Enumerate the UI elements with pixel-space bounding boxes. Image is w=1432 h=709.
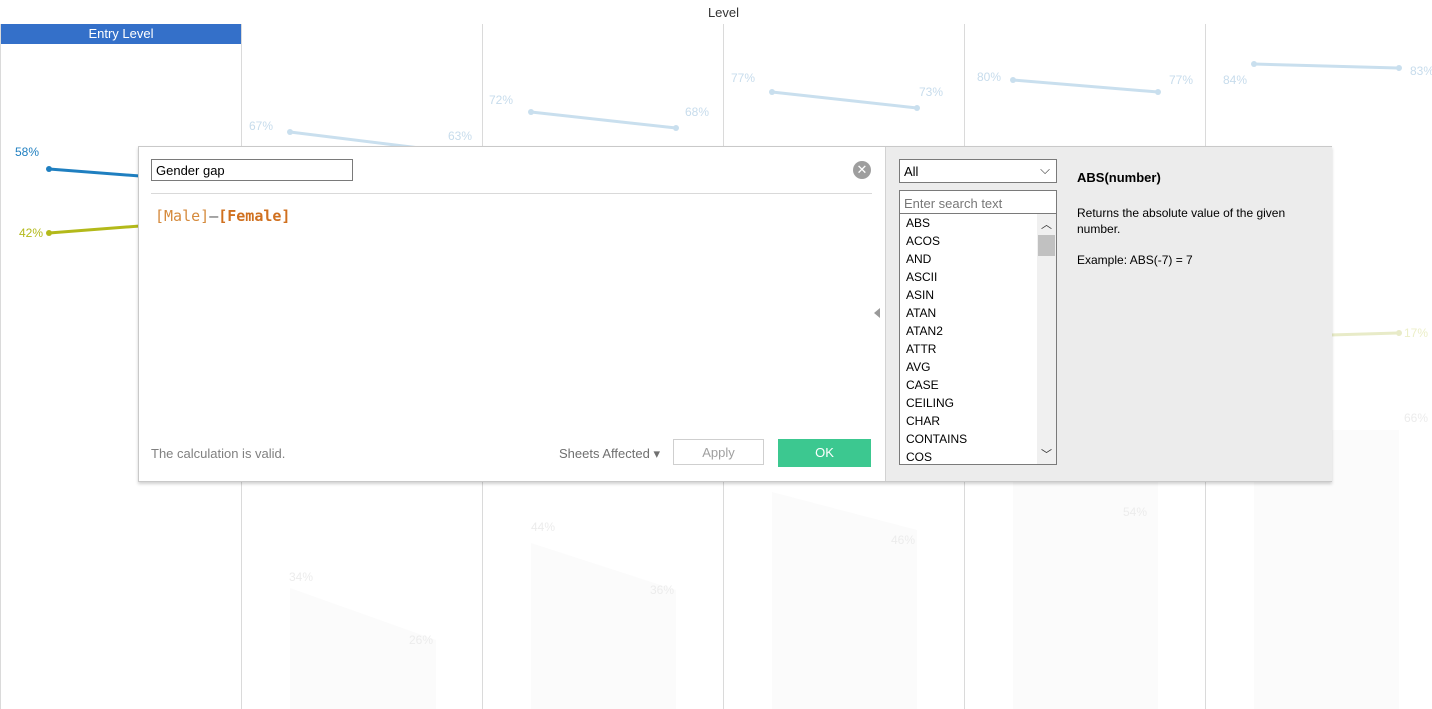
close-icon[interactable]: ✕ [853,161,871,179]
list-item[interactable]: ACOS [906,234,940,248]
calculation-name-input[interactable] [151,159,353,181]
data-label: 73% [919,85,944,99]
data-label: 84% [1223,73,1248,87]
formula-editor[interactable]: [Male]–[Female] [155,207,290,225]
level-header: Level [707,5,740,20]
list-item[interactable]: AVG [906,360,930,374]
data-label: 17% [1404,326,1429,340]
list-item[interactable]: ATAN2 [906,324,943,338]
faint-point [673,125,679,131]
list-item[interactable]: CASE [906,378,939,392]
faint-yellow-line [1329,331,1400,337]
faint-line [1012,78,1159,94]
list-item[interactable]: ATAN [906,306,936,320]
male-point [46,166,52,172]
male-line [48,167,141,178]
faint-point [287,129,293,135]
data-label: 54% [1123,505,1148,519]
list-item[interactable]: CHAR [906,414,940,428]
faint-point [1251,61,1257,67]
function-reference-pane: All ⌵ Enter search text ABS ACOS AND ASC… [885,147,1332,481]
sheets-affected-dropdown[interactable]: Sheets Affected ▾ [559,446,660,462]
validation-status: The calculation is valid. [151,446,286,461]
data-label: 66% [1404,411,1429,425]
list-item[interactable]: ATTR [906,342,936,356]
collapse-panel-icon[interactable] [874,308,880,318]
faint-line [530,110,677,130]
ok-button[interactable]: OK [778,439,871,467]
divider [151,193,872,194]
faint-point [528,109,534,115]
list-item[interactable]: CEILING [906,396,954,410]
list-item[interactable]: COS [906,450,932,464]
female-value-label: 42% [19,226,44,240]
data-label: 44% [531,520,556,534]
function-help-example: Example: ABS(-7) = 7 [1077,253,1193,267]
entry-level-header[interactable]: Entry Level [1,24,241,44]
list-item[interactable]: ASCII [906,270,937,284]
function-help-description: Returns the absolute value of the given … [1077,206,1286,236]
area-shape [772,492,917,709]
function-search-input[interactable]: Enter search text [899,190,1057,214]
faint-line [771,90,918,110]
area-shape [290,588,436,709]
chevron-down-icon: ⌵ [1040,162,1050,177]
calculation-dialog: ✕ [Male]–[Female] The calculation is val… [138,146,1332,482]
data-label: 77% [731,71,756,85]
faint-point [914,105,920,111]
apply-button[interactable]: Apply [673,439,764,465]
faint-yellow-point [1396,330,1402,336]
data-label: 46% [891,533,916,547]
function-list-scrollbar[interactable]: ︿ ﹀ [1037,214,1056,464]
faint-point [1155,89,1161,95]
function-list[interactable]: ABS ACOS AND ASCII ASIN ATAN ATAN2 ATTR … [899,214,1057,465]
data-label: 68% [685,105,710,119]
list-item[interactable]: ASIN [906,288,934,302]
list-item[interactable]: AND [906,252,931,266]
scroll-up-icon[interactable]: ︿ [1041,216,1052,232]
data-label: 72% [489,93,514,107]
data-label: 63% [448,129,473,143]
faint-point [769,89,775,95]
formula-field-male: [Male] [155,207,210,225]
data-label: 26% [409,633,434,647]
area-shape [531,543,676,709]
male-value-label: 58% [15,145,40,159]
list-item[interactable]: ABS [906,216,930,230]
formula-operator: – [209,207,219,225]
list-item[interactable]: CONTAINS [906,432,967,446]
calculation-editor-pane: ✕ [Male]–[Female] The calculation is val… [139,147,885,481]
category-selected-value: All [904,164,919,179]
scrollbar-thumb[interactable] [1038,235,1055,256]
female-line [48,224,141,235]
function-help-title: ABS(number) [1077,170,1161,185]
scroll-down-icon[interactable]: ﹀ [1041,446,1052,462]
faint-point [1010,77,1016,83]
data-label: 67% [249,119,274,133]
data-label: 34% [289,570,314,584]
function-category-select[interactable]: All ⌵ [899,159,1057,183]
female-point [46,230,52,236]
data-label: 77% [1169,73,1194,87]
faint-line [1253,62,1400,70]
data-label: 80% [977,70,1002,84]
faint-point [1396,65,1402,71]
formula-field-female: [Female] [218,207,291,225]
data-label: 83% [1410,64,1432,78]
data-label: 36% [650,583,675,597]
